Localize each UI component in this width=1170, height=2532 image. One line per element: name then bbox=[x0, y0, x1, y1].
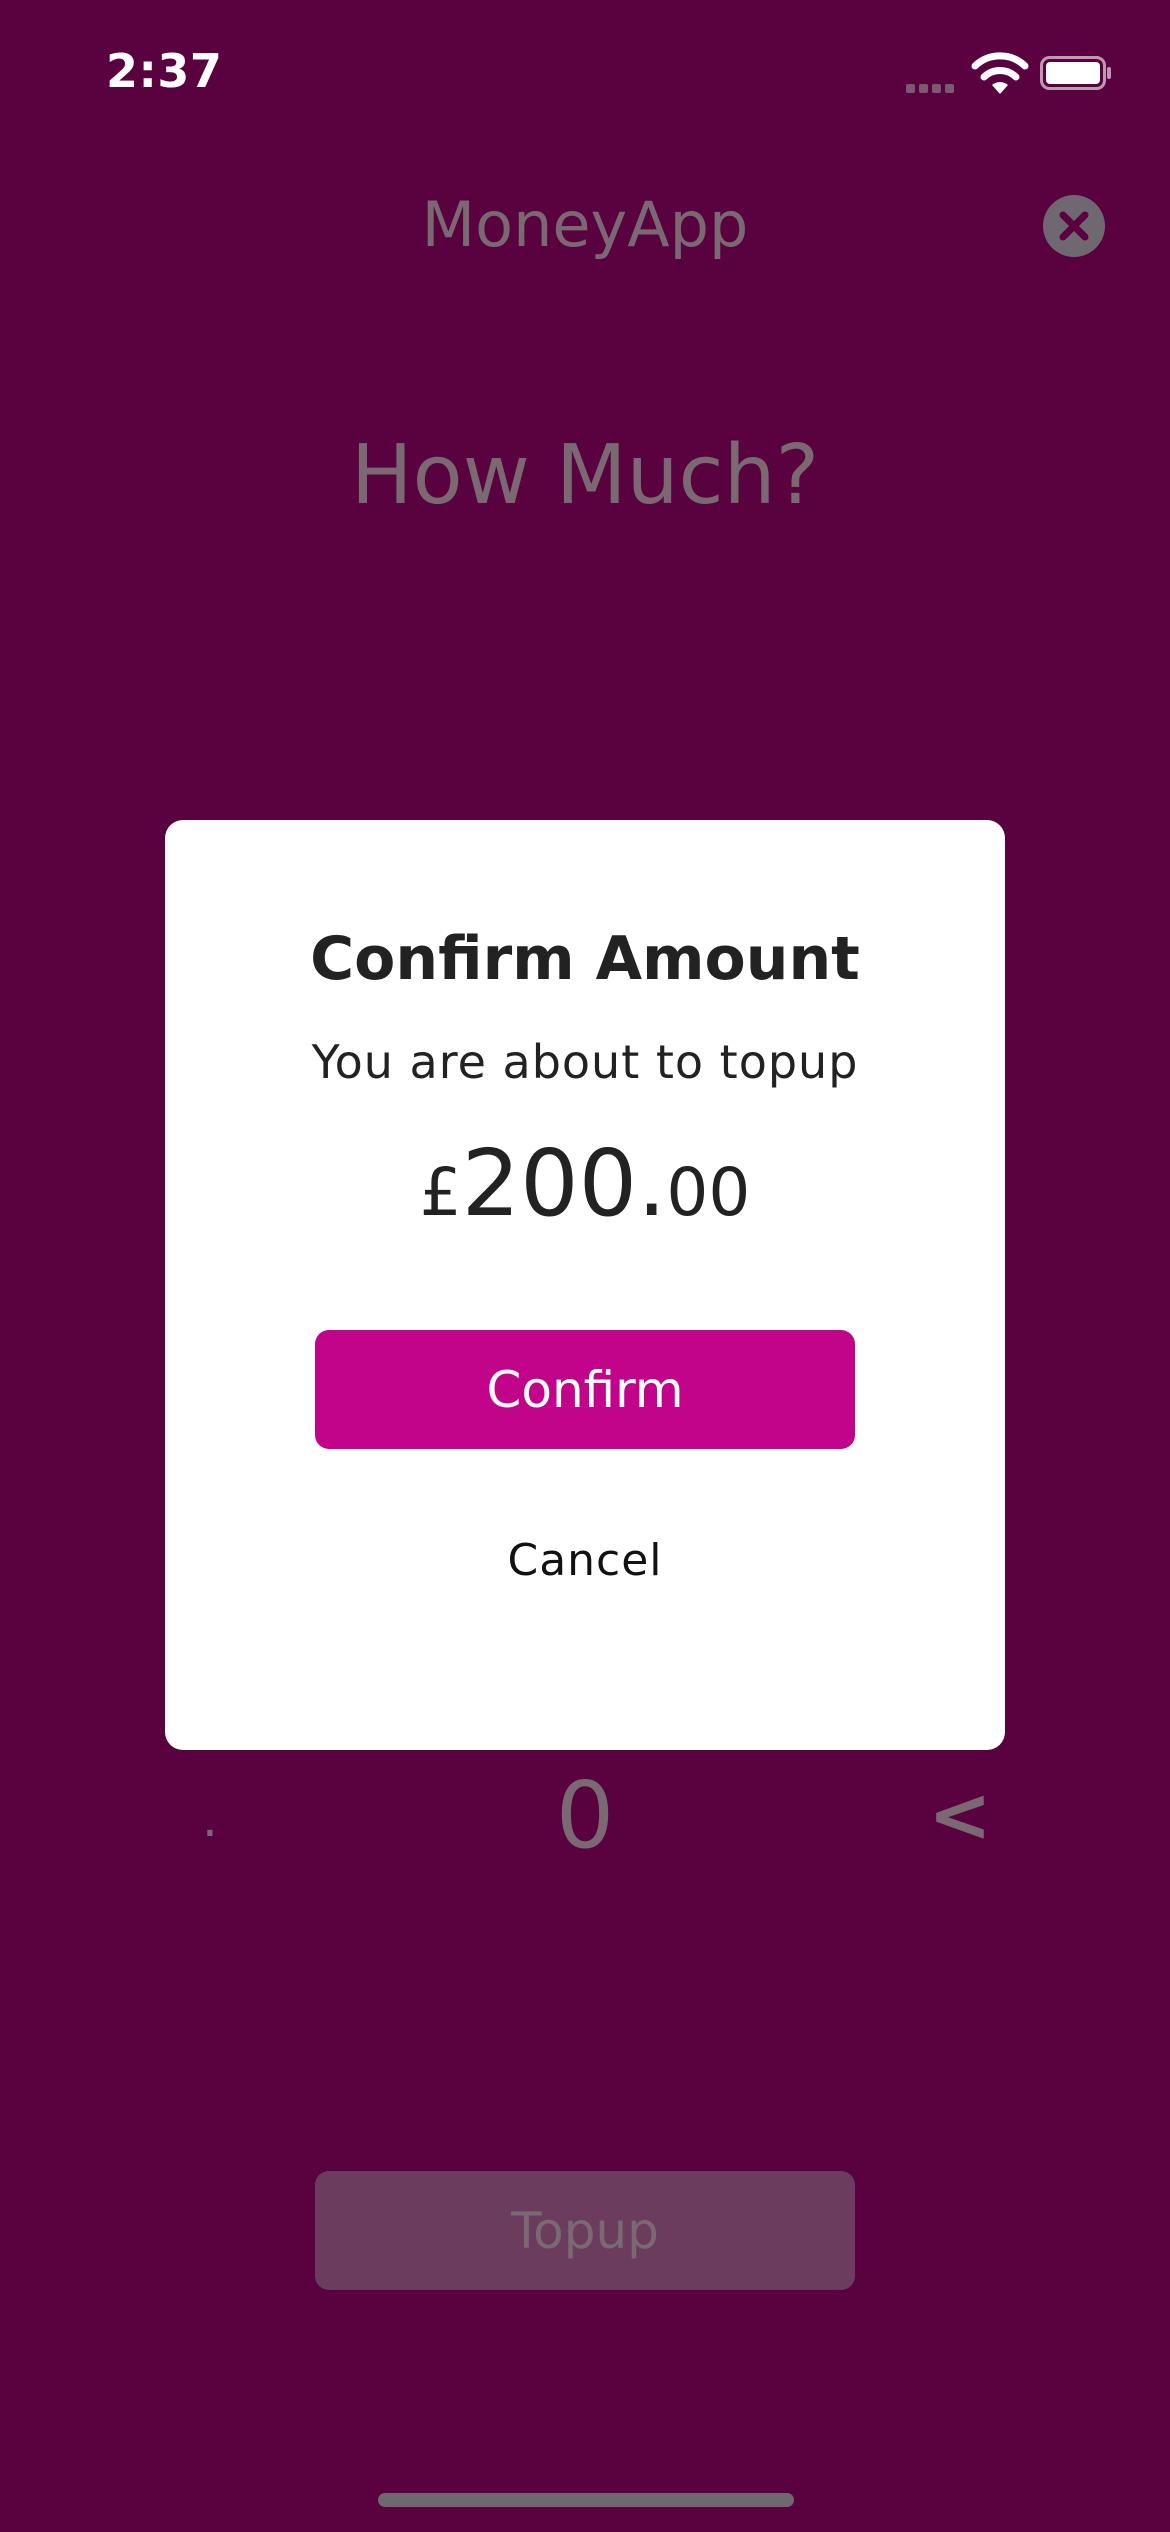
battery-icon bbox=[1040, 56, 1112, 90]
close-icon[interactable] bbox=[1043, 195, 1105, 257]
amount-whole: 200. bbox=[461, 1130, 667, 1237]
confirm-amount-dialog: Confirm Amount You are about to topup £2… bbox=[165, 820, 1005, 1750]
wifi-icon bbox=[970, 50, 1030, 96]
status-time: 2:37 bbox=[106, 44, 223, 98]
keypad-decimal-key[interactable]: . bbox=[190, 1790, 230, 1848]
topup-screen: 2:37 MoneyApp How Much? . 0 < Topup Conf… bbox=[0, 0, 1170, 2532]
dialog-title: Confirm Amount bbox=[310, 924, 860, 994]
dialog-subtitle: You are about to topup bbox=[311, 1035, 859, 1089]
confirm-button[interactable]: Confirm bbox=[315, 1330, 855, 1449]
keypad-backspace-key[interactable]: < bbox=[920, 1770, 1000, 1859]
topup-amount: £200.00 bbox=[165, 1130, 1005, 1237]
home-indicator bbox=[378, 2493, 794, 2507]
amount-currency: £ bbox=[419, 1154, 462, 1231]
app-title: MoneyApp bbox=[421, 188, 749, 261]
cellular-signal-icon bbox=[906, 84, 956, 94]
cancel-button[interactable]: Cancel bbox=[165, 1535, 1005, 1586]
topup-button[interactable]: Topup bbox=[315, 2171, 855, 2290]
amount-decimal: 00 bbox=[666, 1154, 751, 1231]
amount-prompt: How Much? bbox=[350, 428, 820, 523]
keypad-zero-key[interactable]: 0 bbox=[535, 1762, 635, 1869]
